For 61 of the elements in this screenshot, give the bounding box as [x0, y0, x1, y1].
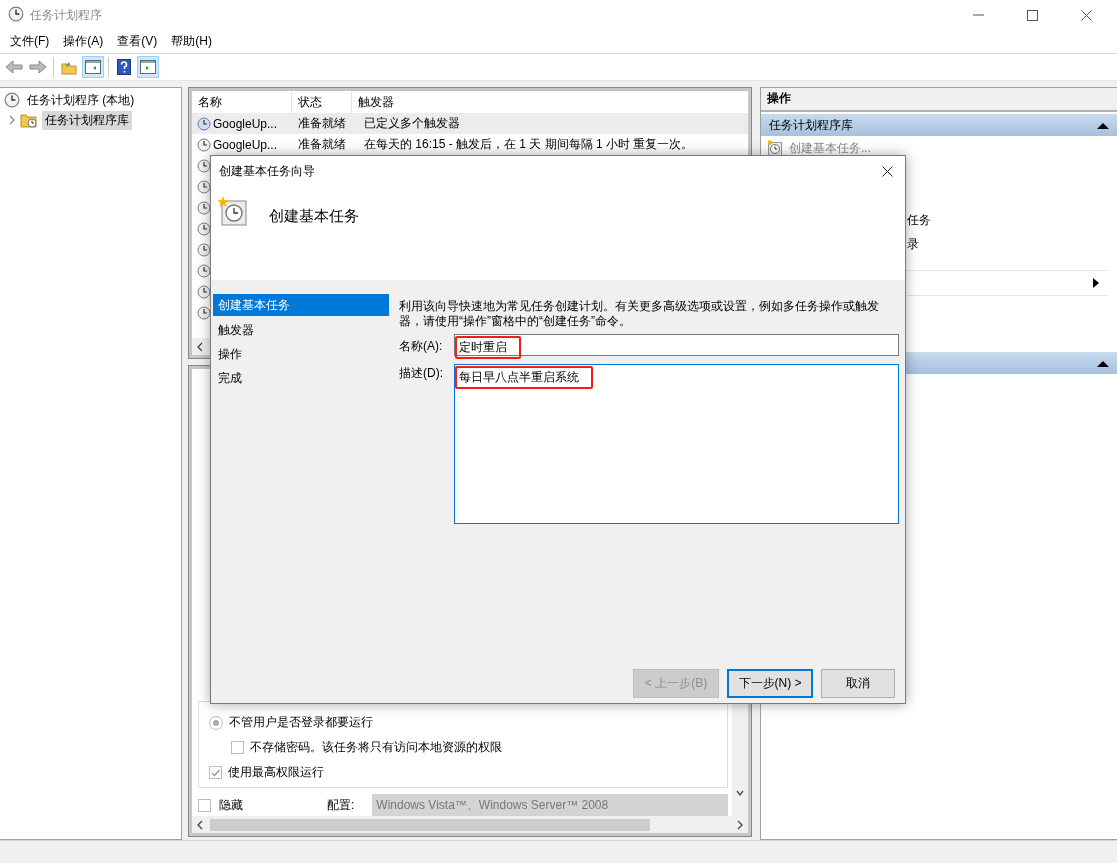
text-area[interactable]: 每日早八点半重启系统 [454, 364, 899, 524]
dialog-title: 创建基本任务向导 [219, 163, 316, 180]
table-cell-text: 准备就绪 [297, 136, 347, 153]
action-link[interactable]: 录 [907, 235, 919, 253]
maximize-icon[interactable] [1026, 9, 1038, 21]
clock-icon [8, 5, 24, 22]
checkmark-icon [210, 767, 221, 778]
field-label: 配置: [327, 796, 355, 814]
menu-item[interactable]: 操作(A) [56, 31, 111, 52]
action-link[interactable]: 任务 [907, 211, 931, 229]
option-label: 不管用户是否登录都要运行 [229, 714, 373, 731]
highlighted-value: 每日早八点半重启系统 [455, 366, 593, 389]
checkbox[interactable] [231, 741, 244, 754]
table-cell-text: 在每天的 16:15 - 触发后，在 1 天 期间每隔 1 小时 重复一次。 [363, 136, 695, 153]
menu-item[interactable]: 查看(V) [110, 31, 165, 52]
panel-icon [85, 60, 101, 74]
clock-icon [4, 92, 20, 108]
tree-item[interactable]: 任务计划程序库 [42, 110, 132, 130]
highlighted-value: 定时重启 [455, 336, 521, 359]
checkbox[interactable] [198, 798, 211, 812]
window-title: 任务计划程序 [30, 6, 102, 24]
option-label: 隐藏 [219, 796, 244, 814]
table-cell: GoogleUp... [213, 137, 278, 152]
option-label: 不存储密码。该任务将只有访问本地资源的权限 [250, 739, 502, 756]
dialog-button[interactable]: 下一步(N) > [727, 669, 813, 698]
table-cell-text: 准备就绪 [297, 115, 347, 132]
pane-title: 操作 [761, 88, 1117, 112]
wizard-step[interactable]: 操作 [213, 342, 389, 366]
menu-item[interactable]: 帮助(H) [164, 31, 219, 52]
field-label: 名称(A): [399, 338, 444, 355]
tree-item[interactable]: 任务计划程序 (本地) [24, 90, 138, 110]
scrollbar-thumb[interactable] [210, 818, 650, 831]
action-link[interactable]: 创建基本任务... [789, 139, 871, 157]
table-cell-text: 已定义多个触发器 [363, 115, 461, 132]
wizard-step[interactable]: 创建基本任务 [213, 294, 389, 316]
field-label: 描述(D): [399, 365, 444, 382]
selected-row-background[interactable]: GoogleUp... 准备就绪 已定义多个触发器 [192, 113, 748, 134]
close-icon[interactable] [882, 166, 893, 177]
help-icon [117, 59, 131, 75]
table-cell: GoogleUp... [213, 116, 278, 131]
forward-arrow-icon [29, 60, 47, 74]
close-icon[interactable] [1080, 9, 1092, 21]
column-header[interactable]: 触发器 [352, 91, 748, 113]
input-field[interactable]: 定时重启 [454, 334, 899, 356]
task-clock-icon [217, 195, 249, 227]
wizard-step[interactable]: 触发器 [213, 318, 389, 342]
dialog-button[interactable]: 取消 [821, 669, 895, 698]
collapse-caret-icon[interactable] [1097, 359, 1109, 367]
scroll-down-icon[interactable] [736, 788, 744, 798]
folder-clock-icon [20, 112, 38, 128]
submenu-arrow-icon[interactable] [1093, 278, 1099, 288]
wizard-step[interactable]: 完成 [213, 366, 389, 390]
intro-text: 利用该向导快速地为常见任务创建计划。有关更多高级选项或设置，例如多任务操作或触发器，请使用“操作”窗格中的“创建任务”命令。 [399, 299, 880, 329]
checkbox[interactable] [209, 766, 222, 779]
section-header[interactable]: 任务计划程序库 [761, 114, 1117, 136]
back-arrow-icon [5, 60, 23, 74]
menu-item[interactable]: 文件(F) [3, 31, 57, 52]
panel-icon [140, 60, 156, 74]
collapse-caret-icon[interactable] [1097, 121, 1109, 129]
option-label: 使用最高权限运行 [228, 764, 324, 781]
dialog-heading: 创建基本任务 [269, 207, 359, 226]
